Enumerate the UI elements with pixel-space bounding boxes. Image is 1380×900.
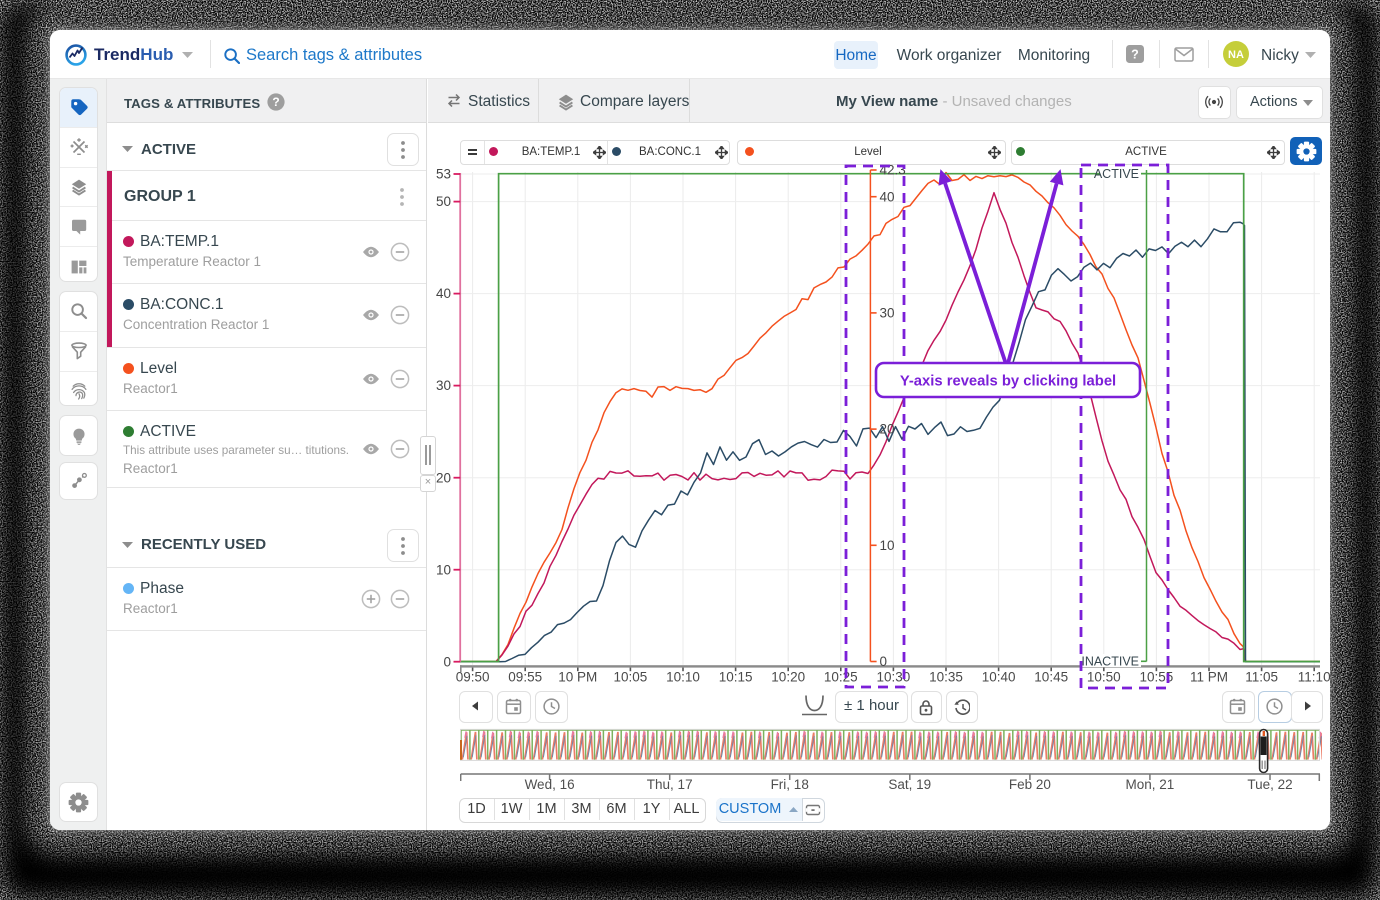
svg-text:Tue, 22: Tue, 22	[1247, 777, 1292, 792]
svg-text:11:10: 11:10	[1298, 670, 1330, 685]
svg-text:10: 10	[880, 538, 895, 553]
svg-text:Y-axis reveals by clicking lab: Y-axis reveals by clicking label	[900, 374, 1116, 390]
svg-text:0: 0	[880, 654, 888, 669]
svg-text:Wed, 16: Wed, 16	[525, 777, 575, 792]
svg-text:?: ?	[272, 95, 279, 109]
svg-text:10: 10	[436, 562, 451, 577]
svg-text:10:25: 10:25	[824, 670, 858, 685]
svg-text:09:50: 09:50	[456, 670, 490, 685]
svg-text:10:10: 10:10	[666, 670, 700, 685]
svg-text:30: 30	[436, 378, 451, 393]
svg-text:INACTIVE: INACTIVE	[1081, 655, 1139, 669]
svg-text:?: ?	[1131, 48, 1139, 62]
svg-text:11:05: 11:05	[1245, 670, 1278, 685]
svg-text:10:20: 10:20	[771, 670, 805, 685]
svg-text:0: 0	[443, 654, 451, 669]
svg-text:40: 40	[436, 286, 451, 301]
svg-text:20: 20	[436, 470, 451, 485]
svg-text:11 PM: 11 PM	[1190, 670, 1228, 685]
svg-text:10:35: 10:35	[929, 670, 963, 685]
svg-text:10 PM: 10 PM	[558, 670, 597, 685]
svg-text:Thu, 17: Thu, 17	[647, 777, 693, 792]
svg-text:09:55: 09:55	[508, 670, 542, 685]
svg-text:Mon, 21: Mon, 21	[1126, 777, 1175, 792]
svg-text:50: 50	[436, 194, 451, 209]
svg-text:10:45: 10:45	[1034, 670, 1068, 685]
svg-text:53: 53	[436, 167, 451, 182]
svg-text:Fri, 18: Fri, 18	[771, 777, 809, 792]
svg-text:20: 20	[880, 422, 895, 437]
svg-text:10:40: 10:40	[982, 670, 1016, 685]
svg-text:10:50: 10:50	[1087, 670, 1121, 685]
svg-text:ACTIVE: ACTIVE	[1094, 167, 1139, 181]
svg-text:Sat, 19: Sat, 19	[888, 777, 931, 792]
svg-text:Feb 20: Feb 20	[1009, 777, 1051, 792]
svg-text:10:15: 10:15	[719, 670, 753, 685]
svg-text:10:05: 10:05	[614, 670, 648, 685]
svg-text:40: 40	[880, 189, 895, 204]
svg-text:30: 30	[880, 306, 895, 321]
